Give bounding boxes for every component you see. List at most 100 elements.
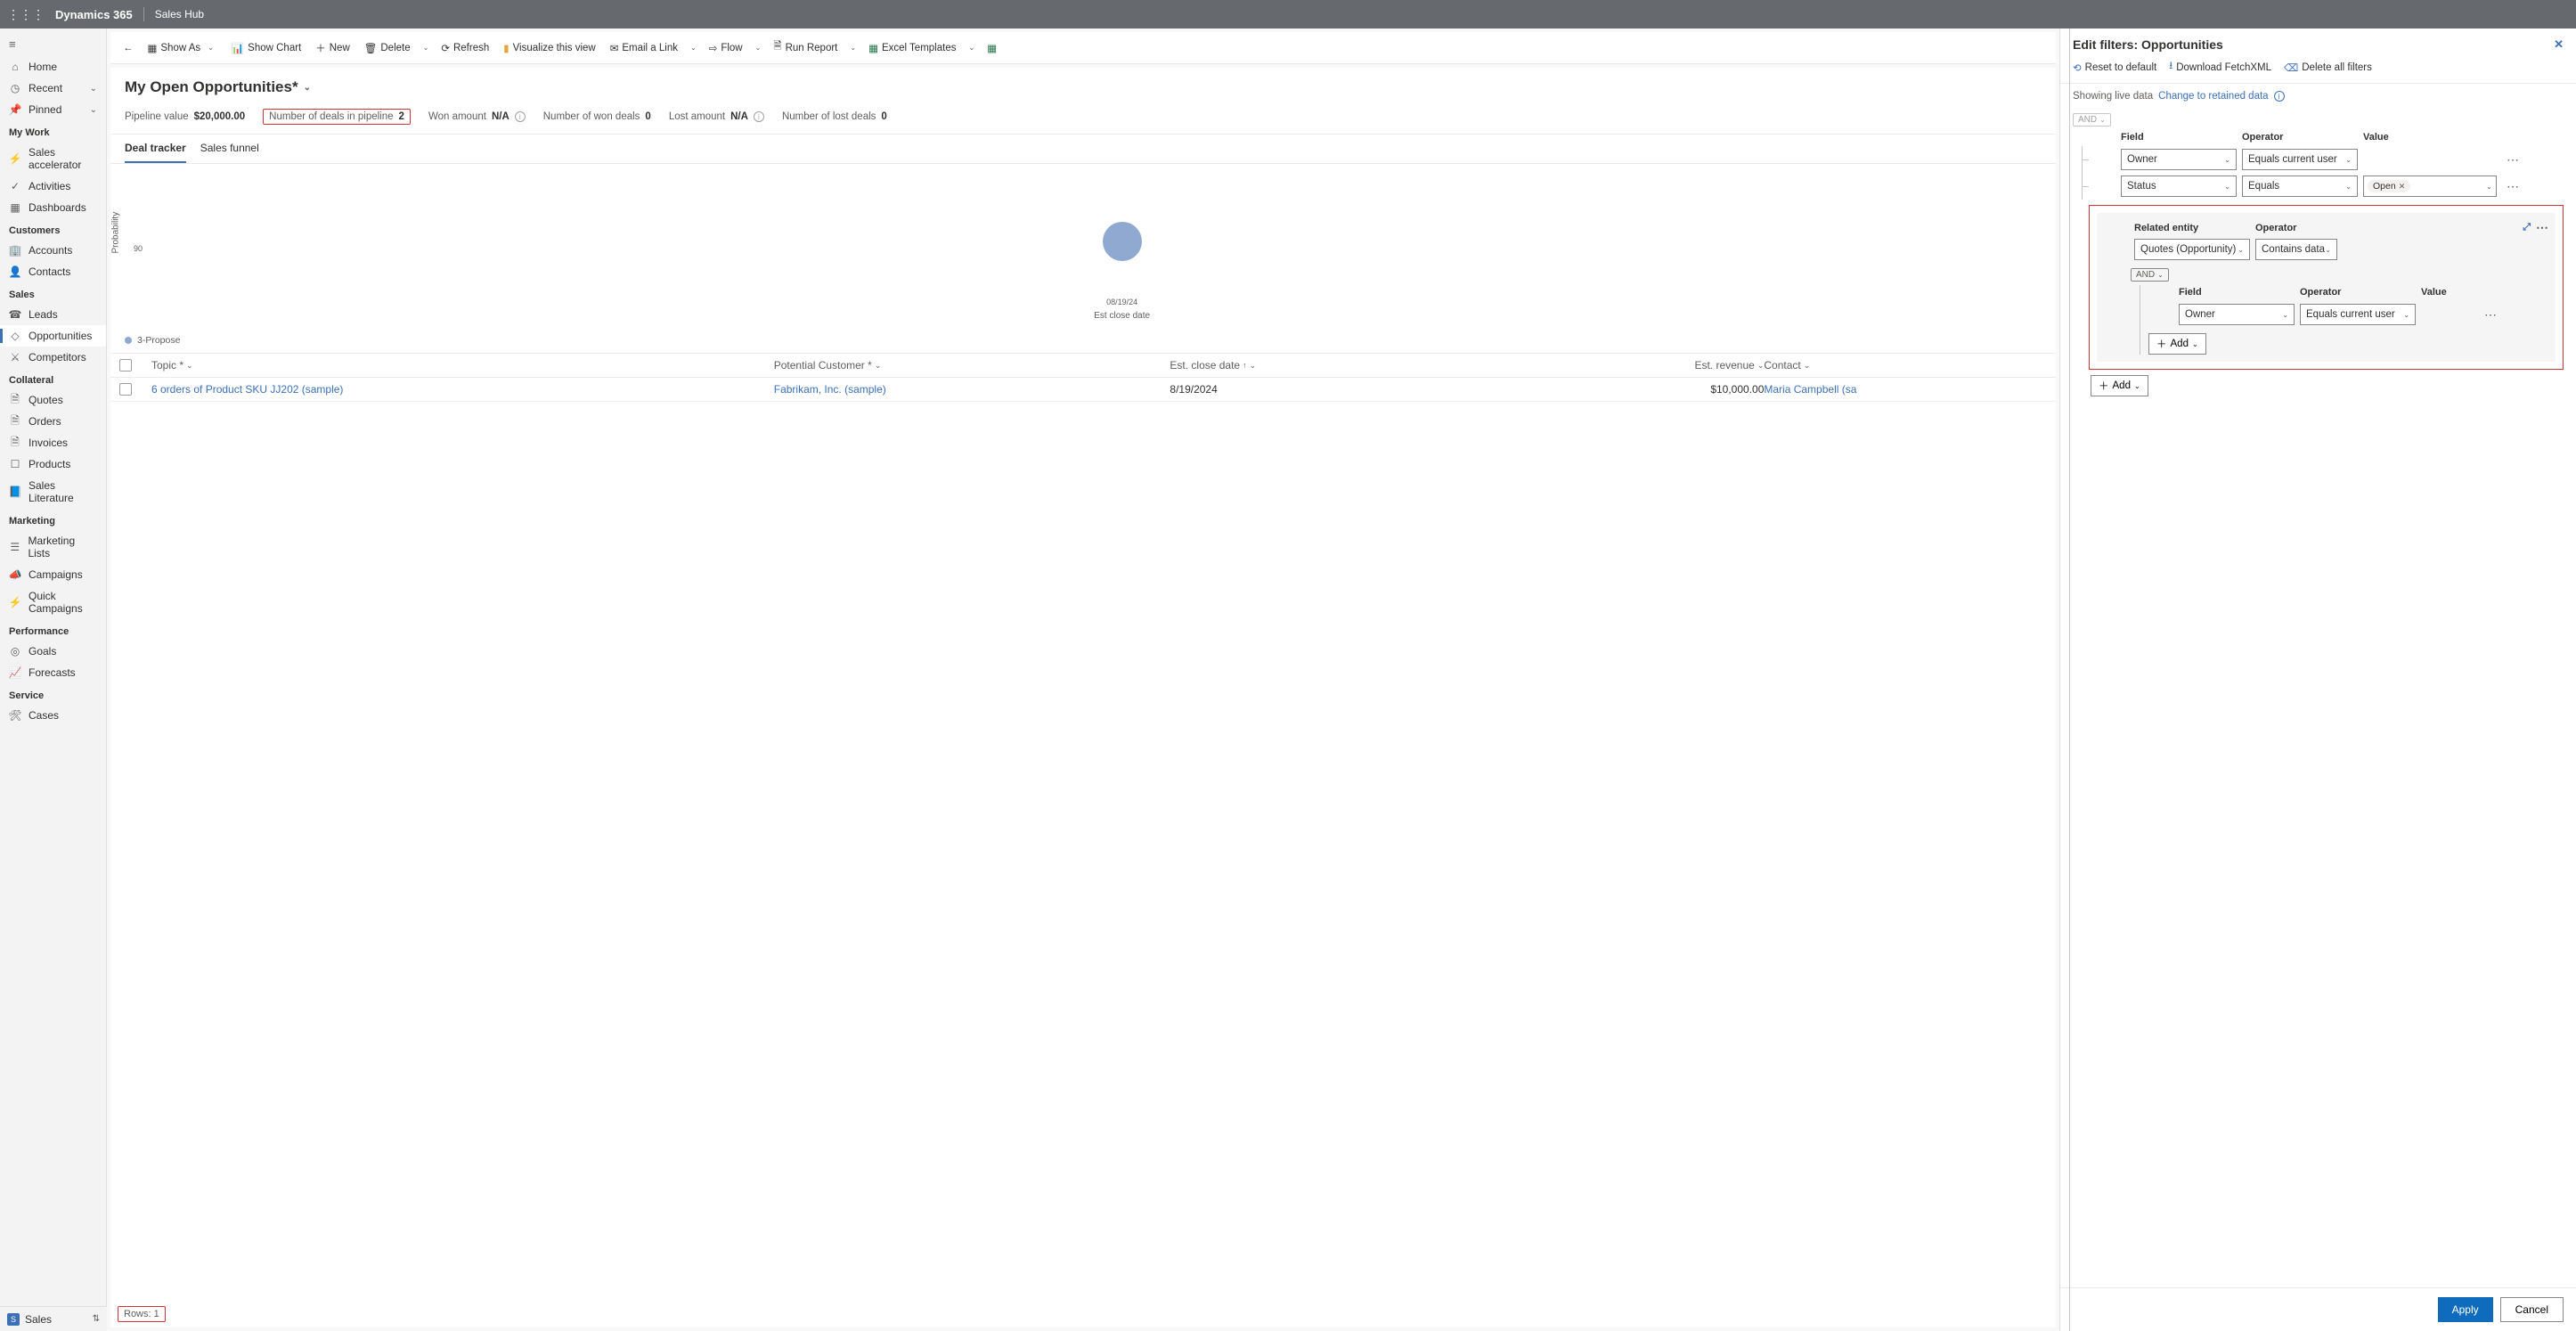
col-est-revenue[interactable]: Est. revenue⌄ <box>1481 359 1765 372</box>
row-checkbox[interactable] <box>119 383 132 396</box>
chart-bubble[interactable] <box>1103 222 1142 261</box>
delete-all-filters-button[interactable]: ⌫Delete all filters <box>2284 59 2372 76</box>
nested-and-toggle[interactable]: AND⌄ <box>2131 268 2169 282</box>
related-entity-select[interactable]: Quotes (Opportunity)⌄ <box>2134 239 2250 260</box>
col-contact[interactable]: Contact⌄ <box>1764 359 2047 372</box>
add-nested-button[interactable]: ＋Add⌄ <box>2148 333 2206 355</box>
field-select[interactable]: Owner⌄ <box>2121 149 2237 170</box>
chevron-down-icon[interactable]: ⌄ <box>687 44 700 52</box>
excel-templates-button[interactable]: ▦Excel Templates <box>863 38 961 58</box>
info-icon[interactable]: i <box>515 111 526 122</box>
nav-invoices[interactable]: 🗎Invoices <box>0 432 106 453</box>
related-operator-select[interactable]: Contains data⌄ <box>2255 239 2337 260</box>
row-more-icon[interactable]: ⋯ <box>2502 179 2523 194</box>
nav-competitors[interactable]: ⚔Competitors <box>0 347 106 368</box>
nav-contacts[interactable]: 👤Contacts <box>0 261 106 282</box>
info-icon[interactable]: i <box>2274 91 2285 102</box>
metric-pipeline-value: Pipeline value$20,000.00 <box>125 109 245 125</box>
nav-home[interactable]: ⌂Home <box>0 56 106 78</box>
hamburger-icon[interactable]: ≡ <box>0 32 106 56</box>
col-est-close-date[interactable]: Est. close date↑⌄ <box>1170 359 1480 372</box>
and-group-toggle[interactable]: AND⌄ <box>2073 113 2111 127</box>
refresh-button[interactable]: ⟳Refresh <box>436 38 494 58</box>
tab-deal-tracker[interactable]: Deal tracker <box>125 135 186 163</box>
operator-select[interactable]: Equals current user⌄ <box>2300 304 2416 325</box>
flow-button[interactable]: ⇨Flow <box>704 38 748 58</box>
global-header: ⋮⋮⋮ Dynamics 365 Sales Hub <box>0 0 2576 29</box>
run-report-button[interactable]: 🗎Run Report <box>768 36 843 60</box>
tab-sales-funnel[interactable]: Sales funnel <box>200 135 259 163</box>
nav-products[interactable]: ☐ Products <box>0 453 106 475</box>
btn-label: Email a Link <box>622 43 678 53</box>
new-button[interactable]: ＋New <box>310 37 355 59</box>
nav-sales-accelerator[interactable]: ⚡Sales accelerator <box>0 142 106 176</box>
view-title[interactable]: My Open Opportunities*⌄ <box>125 78 2042 96</box>
nav-label: Products <box>29 458 70 470</box>
operator-select[interactable]: Equals⌄ <box>2242 176 2358 197</box>
nav-campaigns[interactable]: 📣Campaigns <box>0 564 106 585</box>
chevron-down-icon[interactable]: ⌄ <box>965 44 978 52</box>
chip-remove-icon[interactable]: ✕ <box>2399 182 2406 192</box>
row-more-icon[interactable]: ⋯ <box>2480 307 2501 323</box>
excel-export-button[interactable]: ▦ <box>982 38 1002 58</box>
cancel-button[interactable]: Cancel <box>2500 1297 2564 1322</box>
collapse-icon[interactable]: ⤢ <box>2523 222 2531 233</box>
nav-marketing-lists[interactable]: ☰Marketing Lists <box>0 530 106 564</box>
nav-dashboards[interactable]: ▦Dashboards <box>0 197 106 218</box>
cell-topic[interactable]: 6 orders of Product SKU JJ202 (sample) <box>151 383 774 396</box>
col-topic[interactable]: Topic *⌄ <box>151 359 774 372</box>
nav-forecasts[interactable]: 📈Forecasts <box>0 662 106 683</box>
show-as-button[interactable]: ▦Show As⌄ <box>143 38 223 58</box>
col-potential-customer[interactable]: Potential Customer *⌄ <box>774 359 1170 372</box>
email-link-button[interactable]: ✉Email a Link <box>605 38 683 58</box>
app-launcher-icon[interactable]: ⋮⋮⋮ <box>7 7 45 22</box>
back-button[interactable]: ← <box>118 39 139 57</box>
download-fetchxml-button[interactable]: ⭳Download FetchXML <box>2169 59 2271 76</box>
add-condition-button[interactable]: ＋Add⌄ <box>2091 375 2148 396</box>
reset-to-default-button[interactable]: ⟲Reset to default <box>2073 59 2156 76</box>
nav-leads[interactable]: ☎Leads <box>0 304 106 325</box>
legend-dot-icon <box>125 337 132 344</box>
col-label: Potential Customer * <box>774 359 872 372</box>
show-chart-button[interactable]: 📊Show Chart <box>226 38 306 58</box>
nav-accounts[interactable]: 🏢Accounts <box>0 240 106 261</box>
nav-pinned[interactable]: 📌Pinned⌄ <box>0 99 106 120</box>
value-multiselect[interactable]: Open✕⌄ <box>2363 176 2497 197</box>
table-row[interactable]: 6 orders of Product SKU JJ202 (sample) F… <box>110 378 2056 402</box>
row-more-icon[interactable]: ⋯ <box>2536 220 2548 235</box>
nav-quick-campaigns[interactable]: ⚡Quick Campaigns <box>0 585 106 619</box>
info-icon[interactable]: i <box>754 111 764 122</box>
chevron-down-icon[interactable]: ⌄ <box>846 44 860 52</box>
field-select[interactable]: Status⌄ <box>2121 176 2237 197</box>
nav-recent[interactable]: ◷Recent⌄ <box>0 78 106 99</box>
nav-quotes[interactable]: 🗎Quotes <box>0 389 106 411</box>
field-select[interactable]: Owner⌄ <box>2179 304 2295 325</box>
btn-label: Reset to default <box>2085 62 2157 73</box>
nav-label: Competitors <box>29 351 86 363</box>
cell-customer[interactable]: Fabrikam, Inc. (sample) <box>774 383 1170 396</box>
btn-label: New <box>330 43 350 53</box>
apply-button[interactable]: Apply <box>2438 1297 2493 1322</box>
field-value: Owner <box>2127 154 2157 165</box>
nav-sales-literature[interactable]: 📘Sales Literature <box>0 475 106 509</box>
area-switcher[interactable]: S Sales ⇅ <box>0 1306 107 1331</box>
nav-goals[interactable]: ◎Goals <box>0 641 106 662</box>
nav-activities[interactable]: ✓Activities <box>0 176 106 197</box>
select-all-checkbox[interactable] <box>119 359 132 372</box>
operator-select[interactable]: Equals current user⌄ <box>2242 149 2358 170</box>
row-more-icon[interactable]: ⋯ <box>2502 152 2523 167</box>
nav-cases[interactable]: 🛠Cases <box>0 705 106 726</box>
chevron-down-icon[interactable]: ⌄ <box>420 44 433 52</box>
box-icon: ☐ <box>9 458 21 470</box>
chevron-down-icon[interactable]: ⌄ <box>752 44 765 52</box>
close-icon[interactable]: ✕ <box>2554 37 2564 52</box>
section-collateral: Collateral <box>0 368 106 389</box>
operator-value: Equals current user <box>2306 309 2395 320</box>
delete-button[interactable]: 🗑Delete <box>359 38 416 58</box>
cell-contact[interactable]: Maria Campbell (sa <box>1764 383 2047 396</box>
edit-filters-panel: Edit filters: Opportunities✕ ⟲Reset to d… <box>2059 29 2576 1331</box>
visualize-button[interactable]: ▮Visualize this view <box>498 38 600 58</box>
nav-orders[interactable]: 🗎Orders <box>0 411 106 432</box>
change-to-retained-link[interactable]: Change to retained data <box>2158 91 2268 102</box>
nav-opportunities[interactable]: ◇Opportunities <box>0 325 106 347</box>
